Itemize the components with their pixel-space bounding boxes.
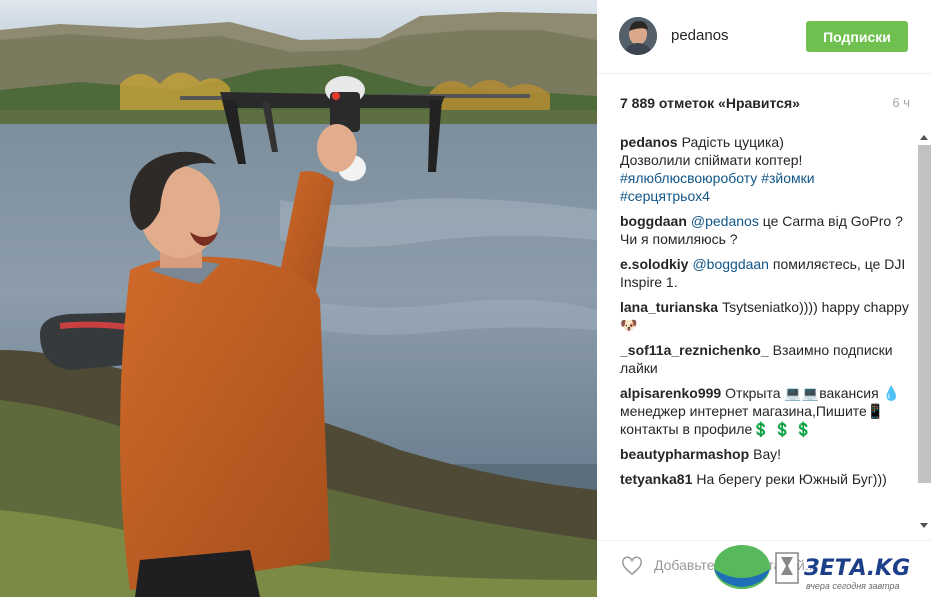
hashtag-link[interactable]: #ялюблюсвоюроботу [620, 170, 757, 186]
photo-illustration [0, 0, 597, 597]
comment-author[interactable]: e.solodkiy [620, 256, 688, 272]
comment-item: alpisarenko999 Открыта 💻💻вакансия 💧менедж… [620, 384, 910, 438]
comment-author[interactable]: beautypharmashop [620, 446, 749, 462]
hashtag-link[interactable]: #серцятрьох4 [620, 188, 710, 204]
likes-count[interactable]: 7 889 отметок «Нравится» [620, 95, 800, 111]
watermark: ЗЕТА.KG вчера сегодня завтра [710, 543, 926, 595]
comment-author[interactable]: tetyanka81 [620, 471, 692, 487]
comment-item: beautypharmashop Вау! [620, 445, 910, 463]
post-photo [0, 0, 597, 597]
avatar[interactable] [619, 17, 657, 55]
scroll-down-icon[interactable] [920, 523, 928, 528]
comment-item: _sof11a_reznichenko_ Взаимно подписки лай… [620, 341, 910, 377]
comments-list[interactable]: pedanos Радість цуцика) Дозволили спіймат… [620, 133, 910, 530]
like-heart-icon[interactable] [621, 555, 643, 577]
watermark-logo-icon [714, 545, 799, 589]
comment-item: lana_turianska Tsytseniatko)))) happy cha… [620, 298, 910, 334]
comment-author[interactable]: boggdaan [620, 213, 687, 229]
scroll-up-icon[interactable] [920, 135, 928, 140]
post-header: pedanos Подписки [597, 0, 931, 74]
comment-author[interactable]: _sof11a_reznichenko_ [620, 342, 769, 358]
watermark-brand: ЗЕТА.KG [804, 556, 911, 581]
post-author-username[interactable]: pedanos [671, 27, 729, 44]
caption: pedanos Радість цуцика) Дозволили спіймат… [620, 133, 910, 205]
comment-item: tetyanka81 На берегу реки Южный Буг))) [620, 470, 910, 488]
hashtag-link[interactable]: #зйомки [761, 170, 814, 186]
caption-author[interactable]: pedanos [620, 134, 678, 150]
comment-mention[interactable]: @pedanos [691, 213, 759, 229]
follow-button[interactable]: Подписки [806, 21, 908, 52]
comment-text: Вау! [753, 446, 781, 462]
avatar-image [619, 17, 657, 55]
likes-row: 7 889 отметок «Нравится» 6 ч [620, 95, 910, 115]
comment-author[interactable]: lana_turianska [620, 299, 718, 315]
post-sidebar: pedanos Подписки 7 889 отметок «Нравится… [597, 0, 931, 597]
comment-author[interactable]: alpisarenko999 [620, 385, 721, 401]
comments-scrollbar[interactable] [918, 133, 931, 530]
scrollbar-thumb[interactable] [918, 145, 931, 483]
comment-mention[interactable]: @boggdaan [692, 256, 769, 272]
watermark-tagline: вчера сегодня завтра [806, 581, 900, 591]
post-time[interactable]: 6 ч [892, 95, 910, 110]
caption-text-line-2: Дозволили спіймати коптер! [620, 152, 803, 168]
comment-text: На берегу реки Южный Буг))) [696, 471, 887, 487]
caption-text-line-1: Радість цуцика) [681, 134, 784, 150]
comment-item: e.solodkiy @boggdaan помиляєтесь, це DJI … [620, 255, 910, 291]
comment-item: boggdaan @pedanos це Carma від GoPro ? Чи… [620, 212, 910, 248]
